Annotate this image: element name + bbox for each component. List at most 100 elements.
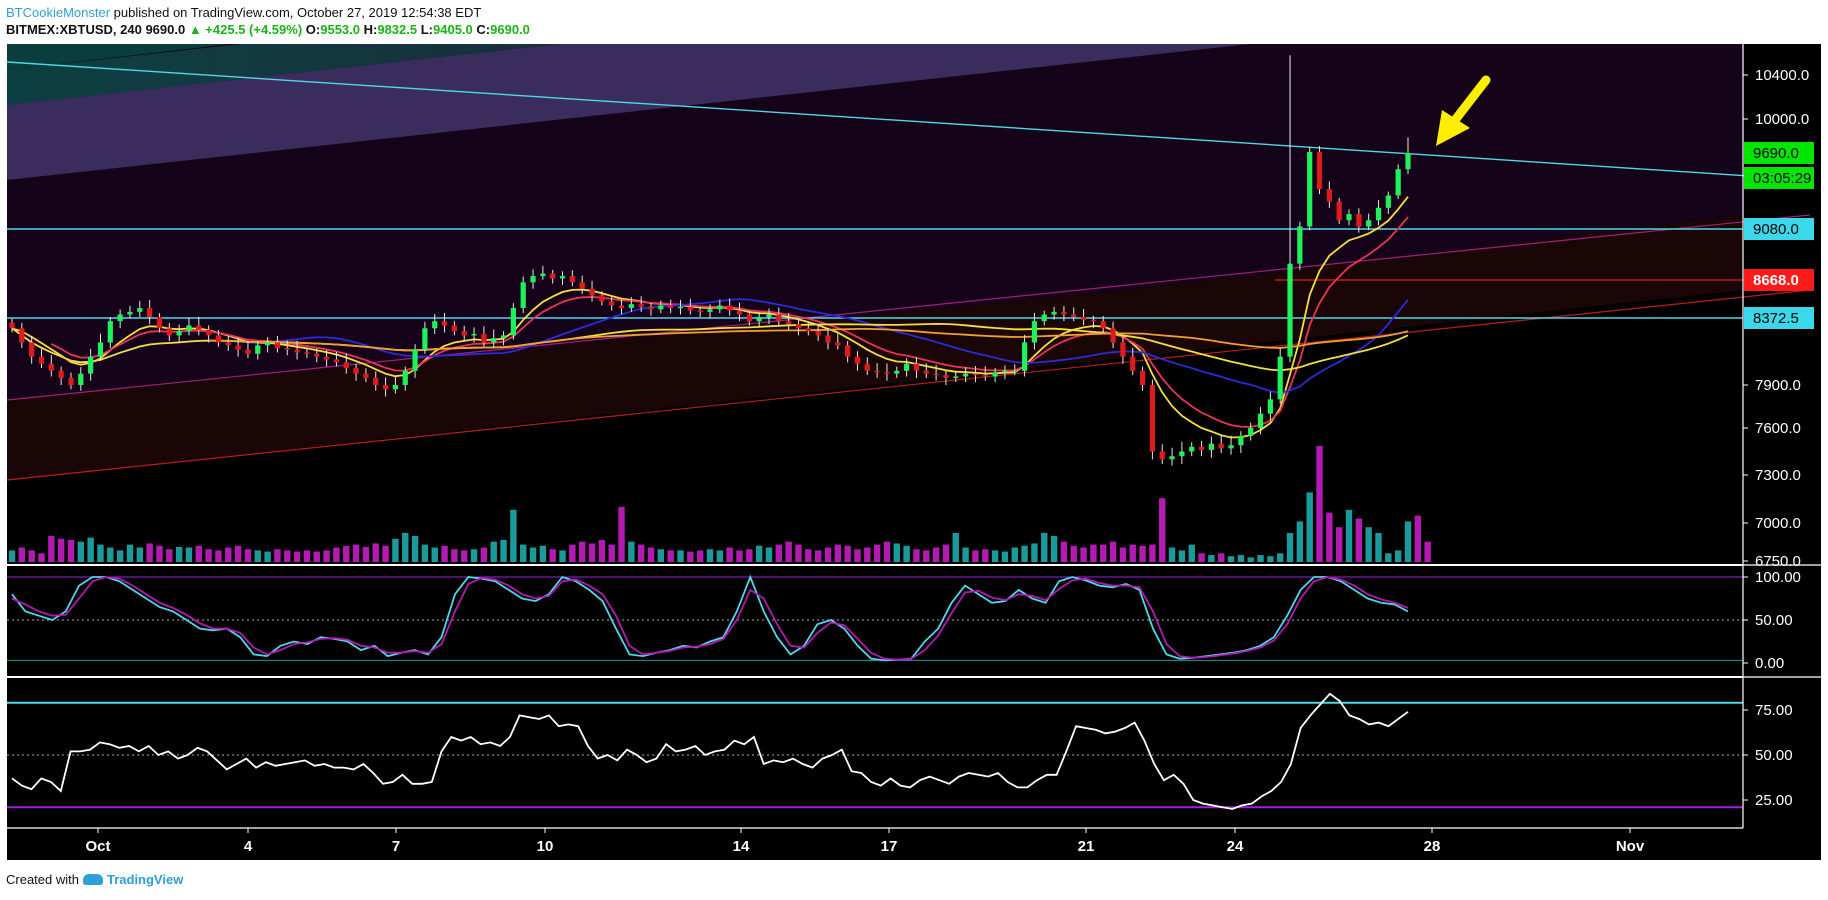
volume-bar — [215, 550, 222, 562]
price-change: ▲ +425.5 (+4.59%) — [188, 22, 303, 37]
candle-body — [825, 335, 831, 343]
candle-body — [255, 345, 261, 354]
x-tick-label: 10 — [537, 838, 554, 855]
volume-bar — [657, 549, 665, 562]
volume-bar — [146, 543, 153, 562]
candle-body — [392, 385, 399, 390]
candle-body — [382, 385, 389, 390]
volume-bar — [923, 550, 930, 562]
candle-body — [451, 325, 457, 332]
volume-bar — [893, 543, 900, 562]
candle-body — [1051, 311, 1057, 315]
candle-body — [461, 331, 467, 336]
candle-body — [923, 370, 929, 374]
candle-body — [1061, 311, 1067, 315]
volume-bar — [608, 544, 615, 562]
candle-body — [510, 308, 516, 336]
candle-body — [1228, 445, 1234, 449]
candle-body — [343, 362, 349, 368]
volume-bar — [1218, 553, 1225, 562]
price-label-text: 8372.5 — [1753, 310, 1799, 327]
candle-body — [1169, 456, 1175, 460]
candle-body — [687, 306, 693, 311]
volume-bar — [510, 509, 517, 562]
volume-bar — [1267, 556, 1274, 562]
volume-bar — [696, 550, 704, 562]
candle-body — [1277, 356, 1283, 400]
volume-bar — [156, 545, 163, 562]
volume-bar — [903, 545, 910, 562]
volume-bar — [411, 535, 419, 562]
volume-bar — [1296, 521, 1304, 562]
candle-body — [206, 329, 212, 336]
tradingview-link[interactable]: TradingView — [107, 872, 183, 887]
candle-body — [845, 345, 851, 357]
candle-body — [1071, 314, 1077, 318]
volume-bar — [28, 550, 35, 562]
candle-body — [402, 370, 408, 385]
symbol-label[interactable]: BITMEX:XBTUSD, 240 — [6, 22, 142, 37]
volume-bar — [1424, 541, 1431, 562]
volume-bar — [48, 535, 55, 562]
volume-bar — [1168, 547, 1176, 562]
candle-body — [1316, 151, 1323, 190]
candle-body — [1149, 385, 1155, 452]
volume-bar — [805, 549, 812, 562]
candle-body — [88, 356, 94, 374]
volume-bar — [962, 547, 969, 562]
volume-bar — [765, 547, 773, 562]
candle-body — [314, 353, 320, 357]
tradingview-chart[interactable]: 10400.0 10000.0 7900.0 7600.0 7300.0 7000.0 67… — [0, 0, 1828, 900]
candle-body — [1287, 263, 1293, 357]
candle-body — [68, 377, 74, 385]
volume-bar — [1247, 557, 1254, 562]
volume-bar — [254, 550, 261, 562]
volume-bar — [293, 551, 301, 562]
y-tick-label: 10400.0 — [1755, 67, 1809, 84]
volume-bar — [1159, 498, 1166, 562]
candle-body — [284, 348, 290, 350]
volume-bar — [775, 544, 783, 562]
volume-bar — [1050, 535, 1058, 562]
candle-body — [1012, 370, 1018, 373]
volume-bar — [402, 533, 409, 562]
candle-body — [471, 333, 477, 336]
x-tick-label: 17 — [881, 838, 898, 855]
volume-bar — [952, 533, 959, 562]
tradingview-cloud-icon — [82, 874, 103, 885]
volume-bar — [1119, 547, 1127, 562]
candle-body — [29, 342, 35, 357]
volume-bar — [637, 544, 645, 562]
candle-body — [1356, 214, 1362, 227]
volume-bar — [421, 544, 429, 562]
volume-bar — [1011, 547, 1018, 562]
candle-body — [412, 349, 418, 371]
volume-bar — [883, 541, 891, 562]
ohlc-line: BITMEX:XBTUSD, 240 9690.0 ▲ +425.5 (+4.5… — [6, 21, 1822, 38]
volume-bar — [1286, 533, 1294, 562]
footer: Created with TradingView — [6, 872, 183, 887]
high-value: 9832.5 — [377, 22, 418, 37]
volume-bar — [234, 545, 242, 562]
candle-body — [795, 324, 802, 329]
volume-bar — [333, 547, 340, 562]
high-label: H: — [363, 22, 378, 37]
candle-body — [1307, 151, 1313, 227]
author-link[interactable]: BTCookieMonster — [6, 5, 110, 20]
volume-bar — [834, 544, 842, 562]
volume-bar — [490, 541, 497, 562]
volume-bar — [1316, 446, 1323, 562]
candle-body — [107, 321, 113, 343]
candle-body — [1100, 321, 1106, 329]
volume-bar — [706, 549, 714, 562]
candle-body — [559, 276, 566, 279]
price-label-text: 03:05:29 — [1753, 170, 1811, 187]
candle-body — [1257, 413, 1264, 428]
volume-bar — [244, 549, 252, 562]
volume-bar — [913, 549, 920, 562]
volume-bar — [18, 547, 26, 562]
candle-body — [677, 306, 684, 309]
volume-bar — [873, 544, 881, 562]
candle-body — [48, 363, 54, 371]
candle-body — [874, 370, 880, 373]
